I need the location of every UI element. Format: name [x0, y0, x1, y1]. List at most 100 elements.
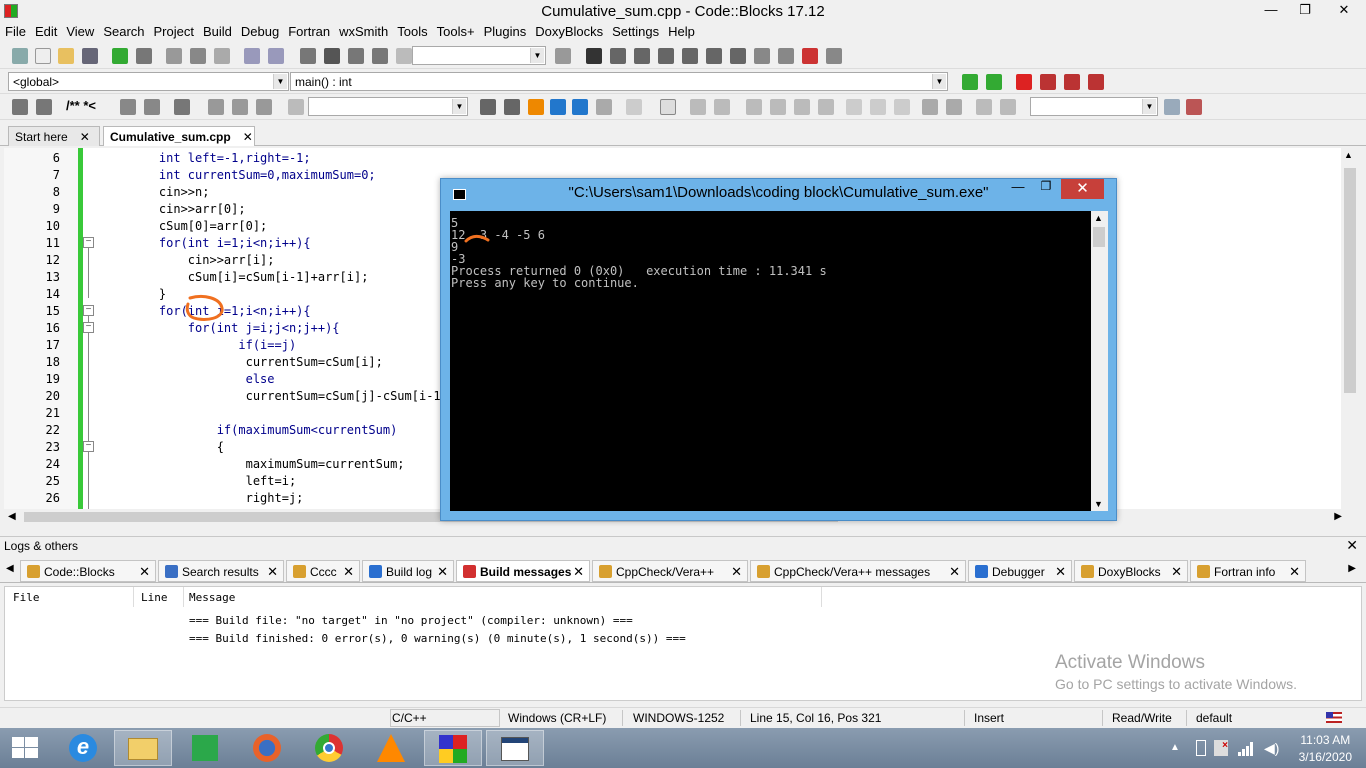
- console-app-icon[interactable]: [486, 730, 544, 766]
- symbol-search-icon[interactable]: [1164, 99, 1180, 115]
- maximize-button[interactable]: ❐: [1288, 0, 1322, 20]
- log-tab-code-blocks[interactable]: Code::Blocks ✕: [20, 560, 156, 582]
- menu-item-search[interactable]: Search: [99, 22, 148, 39]
- comment-icon[interactable]: [12, 99, 28, 115]
- find-icon[interactable]: [244, 48, 260, 64]
- wx-panel-icon[interactable]: [746, 99, 762, 115]
- menu-item-file[interactable]: File: [1, 22, 30, 39]
- menu-item-tools[interactable]: Tools: [393, 22, 431, 39]
- redo-icon[interactable]: [136, 48, 152, 64]
- build-run-icon[interactable]: [348, 48, 364, 64]
- code-line[interactable]: currentSum=cSum[i];: [130, 354, 383, 371]
- rebuild-icon[interactable]: [372, 48, 388, 64]
- menu-item-view[interactable]: View: [62, 22, 98, 39]
- close-tab-icon[interactable]: ✕: [243, 130, 253, 144]
- internet-explorer-icon[interactable]: e: [54, 730, 112, 766]
- code-line[interactable]: int left=-1,right=-1;: [130, 150, 311, 167]
- fold-toggle-icon[interactable]: −: [83, 322, 94, 333]
- next-line-icon[interactable]: [634, 48, 650, 64]
- undo-icon[interactable]: [112, 48, 128, 64]
- menu-item-settings[interactable]: Settings: [608, 22, 663, 39]
- tab-cumulative-sum[interactable]: Cumulative_sum.cpp ✕: [103, 126, 255, 146]
- log-tab-doxyblocks[interactable]: DoxyBlocks ✕: [1074, 560, 1188, 582]
- log-tab-cccc[interactable]: Cccc ✕: [286, 560, 360, 582]
- wx-image-icon[interactable]: [690, 99, 706, 115]
- new-file-icon[interactable]: [35, 48, 51, 64]
- select-icon[interactable]: [550, 99, 566, 115]
- run-to-cursor-icon[interactable]: [610, 48, 626, 64]
- tabs-left-icon[interactable]: ◀: [6, 563, 14, 574]
- wx-box-icon[interactable]: [818, 99, 834, 115]
- function-combo[interactable]: main() : int ▼: [290, 72, 948, 91]
- wx-frame-icon[interactable]: [660, 99, 676, 115]
- code-line[interactable]: if(i==j): [130, 337, 296, 354]
- toggle-bookmark-icon[interactable]: [1016, 74, 1032, 90]
- save-icon[interactable]: [12, 48, 28, 64]
- tray-expand-icon[interactable]: ▲: [1170, 742, 1180, 753]
- log-tab-fortran-info[interactable]: Fortran info ✕: [1190, 560, 1306, 582]
- zoom-out-icon[interactable]: [946, 99, 962, 115]
- open-folder-icon[interactable]: [58, 48, 74, 64]
- zoom-in-icon[interactable]: [922, 99, 938, 115]
- message-row[interactable]: === Build file: "no target" in "no proje…: [189, 614, 633, 627]
- clock[interactable]: 11:03 AM 3/16/2020: [1299, 732, 1352, 766]
- step-into-icon[interactable]: [658, 48, 674, 64]
- message-row[interactable]: === Build finished: 0 error(s), 0 warnin…: [189, 632, 686, 645]
- fold-toggle-icon[interactable]: −: [83, 305, 94, 316]
- log-tab-debugger[interactable]: Debugger ✕: [968, 560, 1072, 582]
- build-gear-icon[interactable]: [300, 48, 316, 64]
- scroll-left-icon[interactable]: ◀: [8, 511, 16, 522]
- step-instruction-icon[interactable]: [730, 48, 746, 64]
- stop-debug-icon[interactable]: [778, 48, 794, 64]
- battery-icon[interactable]: [1196, 740, 1206, 756]
- step-out-icon[interactable]: [682, 48, 698, 64]
- debug-windows-icon[interactable]: [802, 48, 818, 64]
- code-line[interactable]: cin>>arr[0];: [130, 201, 246, 218]
- save-all-icon[interactable]: [82, 48, 98, 64]
- match-case-icon[interactable]: [572, 99, 588, 115]
- close-tab-icon[interactable]: ✕: [437, 564, 448, 580]
- prev-bookmark-icon[interactable]: [1040, 74, 1056, 90]
- column-message[interactable]: Message: [189, 591, 235, 604]
- console-minimize-button[interactable]: —: [1004, 179, 1032, 199]
- column-file[interactable]: File: [13, 591, 40, 604]
- code-line[interactable]: int currentSum=0,maximumSum=0;: [130, 167, 376, 184]
- scope-combo[interactable]: <global> ▼: [8, 72, 289, 91]
- log-tab-build-log[interactable]: Build log ✕: [362, 560, 454, 582]
- wx-grid-icon[interactable]: [794, 99, 810, 115]
- doxy-config-icon[interactable]: [174, 99, 190, 115]
- keyboard-flag-icon[interactable]: [1326, 712, 1342, 723]
- close-button[interactable]: ✕: [1322, 0, 1366, 20]
- log-tab-build-messages[interactable]: Build messages ✕: [456, 560, 590, 582]
- uncomment-icon[interactable]: [36, 99, 52, 115]
- code-line[interactable]: right=j;: [130, 490, 304, 507]
- doxy-help-icon[interactable]: [144, 99, 160, 115]
- start-windows-icon[interactable]: [12, 737, 38, 759]
- scroll-thumb[interactable]: [1344, 168, 1356, 393]
- tab-start-here[interactable]: Start here ✕: [8, 126, 100, 146]
- menu-item-tools-[interactable]: Tools+: [433, 22, 479, 39]
- close-tab-icon[interactable]: ✕: [1055, 564, 1066, 580]
- highlight-icon[interactable]: [528, 99, 544, 115]
- scroll-thumb[interactable]: [1093, 227, 1105, 247]
- console-output[interactable]: 5 12 -3 -4 -5 6 9 -3 Process returned 0 (0x0…: [450, 211, 1099, 511]
- code-line[interactable]: cin>>arr[i];: [130, 252, 275, 269]
- target-options-icon[interactable]: [555, 48, 571, 64]
- code-line[interactable]: if(maximumSum<currentSum): [130, 422, 398, 439]
- code-line[interactable]: {: [130, 439, 224, 456]
- minimize-button[interactable]: —: [1254, 0, 1288, 20]
- clear-bookmarks-icon[interactable]: [1088, 74, 1104, 90]
- column-line[interactable]: Line: [141, 591, 168, 604]
- abort-icon[interactable]: [396, 48, 412, 64]
- code-line[interactable]: else: [130, 371, 275, 388]
- menu-item-project[interactable]: Project: [150, 22, 198, 39]
- file-explorer-icon[interactable]: [114, 730, 172, 766]
- pointer-icon[interactable]: [626, 99, 642, 115]
- doxy-run-icon[interactable]: [120, 99, 136, 115]
- wx-check-icon[interactable]: [870, 99, 886, 115]
- search-combo[interactable]: ▼: [308, 97, 468, 116]
- wx-radio-icon[interactable]: [894, 99, 910, 115]
- menu-item-doxyblocks[interactable]: DoxyBlocks: [531, 22, 607, 39]
- action-center-icon[interactable]: ×: [1214, 740, 1228, 756]
- pause-icon[interactable]: [754, 48, 770, 64]
